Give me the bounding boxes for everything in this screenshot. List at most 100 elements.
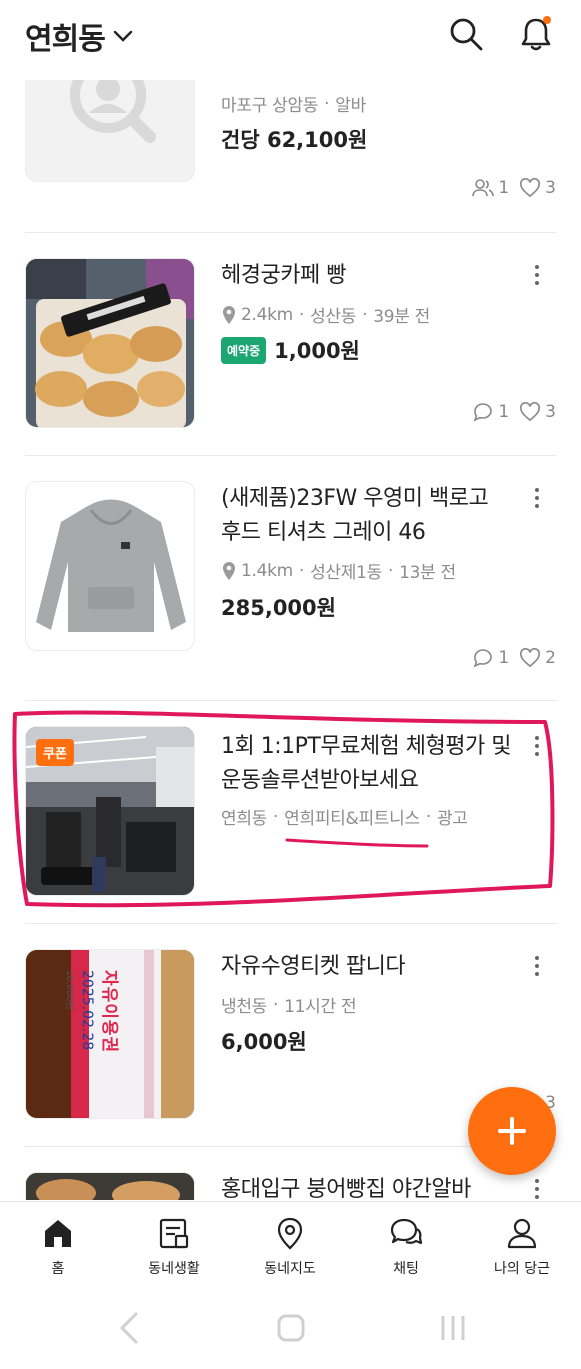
- item-price-text: 1,000원: [274, 339, 360, 363]
- item-price: 285,000원: [221, 592, 336, 622]
- item-time: 11시간 전: [284, 997, 357, 1017]
- like-count: 3: [545, 178, 556, 198]
- item-price-text: 건당 62,100원: [221, 128, 368, 152]
- home-button-icon: [277, 1314, 305, 1342]
- hoodie-photo: [26, 482, 194, 650]
- item-thumbnail: [25, 1172, 195, 1200]
- item-price: 6,000원: [221, 1026, 307, 1056]
- pastry-photo: [26, 259, 194, 427]
- advertiser-name[interactable]: 연희피티&피트니스: [284, 804, 420, 829]
- like-count: 3: [545, 402, 556, 422]
- item-location: 냉천동: [221, 997, 268, 1017]
- tab-label: 채팅: [393, 1261, 419, 1277]
- item-location: 성산동: [310, 307, 357, 327]
- item-counts: 1 3: [472, 178, 556, 198]
- meta-separator: ·: [298, 560, 305, 581]
- item-location: 연희동: [221, 809, 268, 829]
- location-pin-icon: [223, 561, 235, 580]
- chat-bubble-icon: [473, 649, 493, 668]
- tab-home[interactable]: 홈: [0, 1202, 116, 1297]
- reserved-badge: 예약중: [221, 336, 267, 364]
- item-meta: 마포구 상암동 · 알바: [221, 91, 366, 117]
- system-nav-bar: [0, 1296, 581, 1365]
- like-count: 2: [545, 648, 556, 668]
- item-time: 13분 전: [399, 563, 456, 583]
- meta-separator: ·: [324, 93, 330, 114]
- chevron-down-icon: [113, 30, 133, 42]
- back-icon: [120, 1312, 138, 1344]
- people-icon: [472, 179, 495, 197]
- item-time: 39분 전: [373, 307, 431, 327]
- feed-list[interactable]: 마포구 상암동 · 알바 건당 62,100원 1 3 헤경궁카페 빵 2.4k…: [0, 0, 581, 1200]
- ad-label: 광고: [436, 809, 468, 829]
- item-meta: 냉천동 · 11시간 전: [221, 992, 357, 1018]
- ticket-date: 2025.02.28: [79, 970, 95, 1051]
- item-location: 마포구 상암동: [221, 96, 319, 116]
- heart-icon: [520, 648, 541, 668]
- item-location: 성산제1동: [310, 563, 382, 583]
- meta-separator: ·: [298, 304, 305, 325]
- chat-count: 1: [498, 648, 510, 668]
- tab-label: 나의 당근: [494, 1261, 550, 1277]
- notification-dot: [543, 16, 551, 24]
- item-time: 알바: [335, 96, 366, 116]
- item-thumbnail: [25, 481, 195, 651]
- item-thumbnail: [25, 258, 195, 428]
- location-label: 연희동: [25, 22, 106, 57]
- chat-bubble-icon: [473, 403, 493, 422]
- location-selector[interactable]: 연희동: [25, 14, 133, 58]
- map-pin-icon: [277, 1217, 303, 1250]
- meta-separator: ·: [362, 304, 368, 325]
- ticket-title: 자유이용권: [99, 970, 119, 1054]
- meta-separator: ·: [425, 806, 431, 827]
- search-icon[interactable]: [448, 16, 484, 52]
- meta-separator: ·: [273, 994, 279, 1015]
- item-meta: 연희동 · 연희피티&피트니스 · 광고: [221, 804, 468, 830]
- item-distance: 2.4km: [241, 304, 293, 325]
- more-menu-icon[interactable]: [532, 736, 542, 762]
- item-counts: 1 2: [472, 648, 556, 668]
- meta-separator: ·: [273, 806, 279, 827]
- home-icon: [45, 1220, 71, 1247]
- profile-icon: [507, 1218, 537, 1249]
- top-header: 연희동: [0, 0, 581, 80]
- item-price-text: 285,000원: [221, 596, 336, 620]
- chat-icon: [390, 1218, 423, 1245]
- tab-label: 동네생활: [148, 1261, 200, 1277]
- coupon-badge: 쿠폰: [36, 739, 74, 766]
- ticket-price: 10,000원: [64, 970, 74, 1010]
- tab-chat[interactable]: 채팅: [348, 1202, 464, 1297]
- heart-icon: [520, 178, 541, 198]
- item-thumbnail: 쿠폰: [25, 726, 195, 896]
- more-menu-icon[interactable]: [532, 1179, 542, 1200]
- more-menu-icon[interactable]: [532, 956, 542, 982]
- bungeoppang-photo: [26, 1173, 194, 1200]
- item-title: 1회 1:1PT무료체험 체형평가 및 운동솔루션받아보세요: [221, 734, 512, 793]
- bottom-tab-bar: 홈 동네생활 동네지도 채팅 나의 당근: [0, 1201, 581, 1297]
- add-post-button[interactable]: [468, 1087, 556, 1175]
- more-menu-icon[interactable]: [532, 265, 542, 291]
- item-price: 건당 62,100원: [221, 124, 367, 154]
- tab-label: 동네지도: [264, 1261, 316, 1277]
- tab-label: 홈: [51, 1261, 65, 1277]
- heart-icon: [520, 402, 541, 422]
- ad-list-item[interactable]: 쿠폰 1회 1:1PT무료체험 체형평가 및 운동솔루션받아보세요 연희동 · …: [0, 701, 581, 923]
- list-item[interactable]: (새제품)23FW 우영미 백로고 후드 티셔츠 그레이 46 1.4km · …: [0, 456, 581, 700]
- community-icon: [159, 1218, 189, 1249]
- item-thumbnail: 자유이용권 2025.02.28 10,000원: [25, 949, 195, 1119]
- tab-map[interactable]: 동네지도: [232, 1202, 348, 1297]
- tab-community[interactable]: 동네생활: [116, 1202, 232, 1297]
- system-nav-icons: [120, 1312, 465, 1344]
- list-item[interactable]: 헤경궁카페 빵 2.4km · 성산동 · 39분 전 예약중 1,000원 1…: [0, 233, 581, 455]
- more-menu-icon[interactable]: [532, 488, 542, 514]
- meta-separator: ·: [387, 560, 394, 581]
- applicant-count: 1: [498, 178, 510, 198]
- item-price: 예약중 1,000원: [221, 335, 360, 365]
- item-counts: 1 3: [472, 402, 556, 422]
- item-title: 자유수영티켓 팝니다: [221, 954, 406, 979]
- item-title: (새제품)23FW 우영미 백로고 후드 티셔츠 그레이 46: [221, 486, 489, 545]
- item-meta: 2.4km · 성산동 · 39분 전: [221, 302, 430, 327]
- item-meta: 1.4km · 성산제1동 · 13분 전: [221, 558, 456, 583]
- chat-count: 1: [498, 402, 510, 422]
- tab-profile[interactable]: 나의 당근: [464, 1202, 580, 1297]
